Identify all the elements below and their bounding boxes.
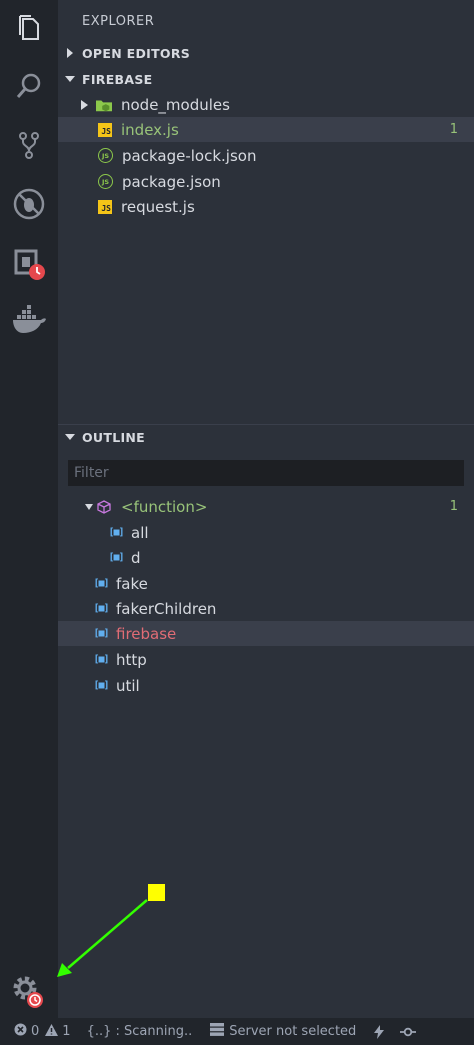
sidebar-title: EXPLORER [82,14,155,29]
outline-item-label: all [131,523,149,542]
lightning-icon[interactable] [374,1024,385,1039]
cube-icon [96,499,112,515]
js-file-icon: JS [98,122,112,137]
file-row-request-js[interactable]: JS request.js [58,194,474,219]
problems-status[interactable]: 0 1 [14,1023,71,1040]
file-name: index.js [121,120,179,139]
outline-header[interactable]: OUTLINE [58,424,474,449]
outline-item-label: http [116,650,147,669]
debug-icon[interactable] [0,176,58,232]
file-row-index-js[interactable]: JS index.js 1 [58,117,474,142]
open-editors-header[interactable]: OPEN EDITORS [58,41,474,65]
explorer-sidebar: EXPLORER OPEN EDITORS FIREBASE node_modu… [58,0,474,1018]
warning-icon [45,1023,59,1040]
docker-icon[interactable] [0,292,58,348]
node-json-icon: JS [98,148,113,163]
activity-bar [0,0,58,1018]
node-folder-icon [96,97,112,113]
outline-item-function[interactable]: <function> 1 [58,494,474,519]
server-label: Server not selected [229,1024,357,1039]
server-icon [210,1023,225,1040]
chevron-right-icon [58,48,82,58]
chevron-down-icon [58,433,82,441]
variable-icon: [■] [93,654,109,665]
chevron-down-icon [58,75,82,83]
outline-item-label: <function> [121,497,208,516]
file-name: package.json [122,172,221,191]
file-row-node-modules[interactable]: node_modules [58,92,474,117]
outline-item-d[interactable]: [■] d [58,545,474,570]
outline-item-fake[interactable]: [■] fake [58,571,474,596]
open-editors-label: OPEN EDITORS [82,45,191,61]
file-name: request.js [121,197,195,216]
source-control-icon[interactable] [0,117,58,173]
status-bar: 0 1 {..} : Scanning.. Server not selecte… [0,1018,474,1045]
variable-icon: [■] [93,680,109,691]
files-icon[interactable] [0,0,58,56]
folder-header[interactable]: FIREBASE [58,67,474,91]
outline-filter-input[interactable] [68,460,464,486]
extensions-icon[interactable] [0,236,58,292]
js-file-icon: JS [98,199,112,214]
file-row-package-lock-json[interactable]: JS package-lock.json [58,143,474,168]
variable-icon: [■] [93,578,109,589]
variable-icon: [■] [108,527,124,538]
file-row-package-json[interactable]: JS package.json [58,169,474,194]
variable-icon: [■] [93,603,109,614]
scanning-status[interactable]: {..} : Scanning.. [87,1024,193,1039]
git-commit-icon[interactable] [400,1027,417,1037]
file-name: node_modules [121,95,230,114]
variable-icon: [■] [93,628,109,639]
outline-item-util[interactable]: [■] util [58,673,474,698]
settings-gear-icon[interactable] [0,964,58,1020]
outline-item-fakerchildren[interactable]: [■] fakerChildren [58,596,474,621]
outline-item-label: util [116,676,140,695]
outline-item-firebase[interactable]: [■] firebase [58,621,474,646]
outline-item-label: fakerChildren [116,599,217,618]
server-status[interactable]: Server not selected [210,1023,356,1040]
variable-icon: [■] [108,552,124,563]
outline-item-label: fake [116,574,148,593]
outline-item-all[interactable]: [■] all [58,520,474,545]
error-count: 0 [31,1024,40,1039]
outline-item-http[interactable]: [■] http [58,647,474,672]
problem-count-badge: 1 [449,499,458,514]
error-icon [14,1023,27,1040]
outline-item-label: d [131,548,141,567]
search-icon[interactable] [0,58,58,114]
problem-count-badge: 1 [449,122,458,137]
file-name: package-lock.json [122,146,257,165]
chevron-right-icon [72,99,96,110]
folder-label: FIREBASE [82,71,153,87]
callout-marker [148,884,165,901]
outline-item-label: firebase [116,624,177,643]
node-json-icon: JS [98,174,113,189]
outline-label: OUTLINE [82,429,146,445]
warning-count: 1 [62,1024,71,1039]
